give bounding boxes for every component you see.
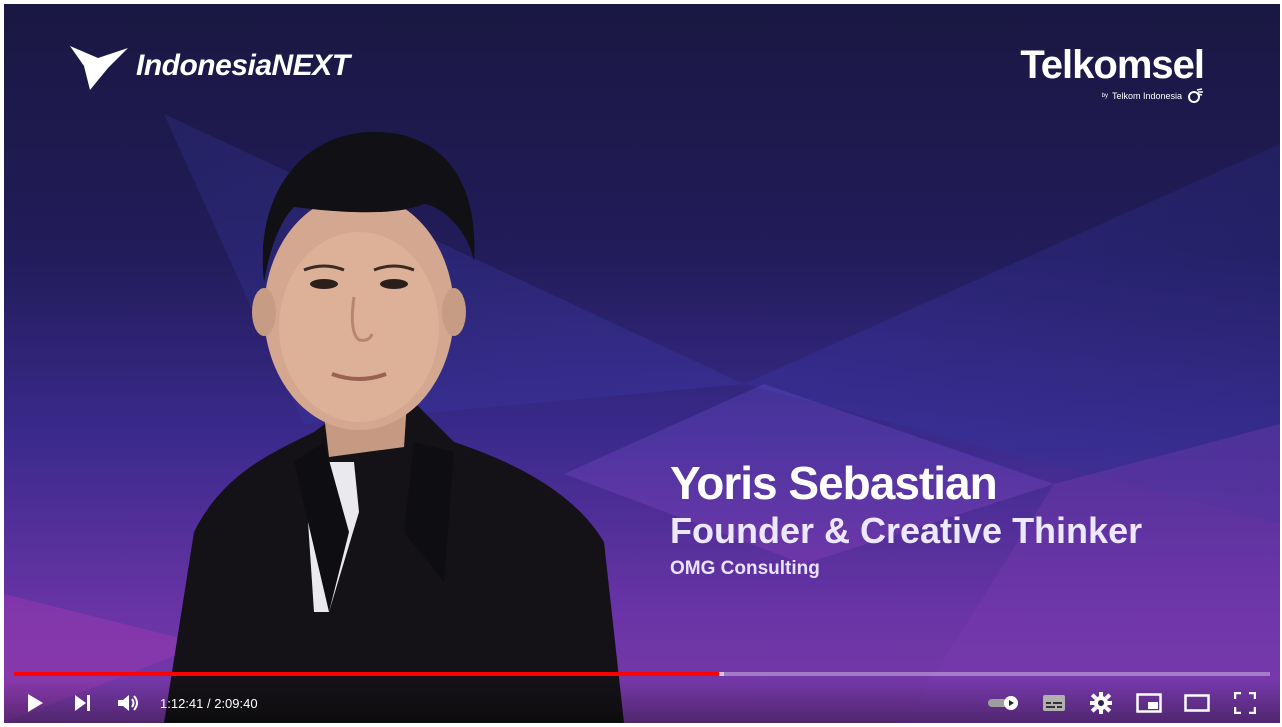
fullscreen-icon — [1234, 692, 1256, 714]
settings-button[interactable] — [1086, 688, 1116, 718]
telkom-indonesia-subtext: by Telkom Indonesia — [1020, 88, 1204, 104]
duration: 2:09:40 — [214, 696, 258, 711]
player-controls: 1:12:41 / 2:09:40 — [4, 680, 1280, 723]
telkomsel-logo-text: Telkomsel — [1020, 43, 1205, 87]
telkomsel-logo: Telkomsel by Telkom Indonesia — [1020, 43, 1205, 104]
indonesianext-logo-text: IndonesiaNEXT — [136, 49, 350, 82]
subtitles-button[interactable] — [1039, 688, 1069, 718]
speaker-photo — [164, 132, 624, 723]
subtitles-icon — [1043, 695, 1065, 711]
played-bar — [14, 672, 719, 676]
miniplayer-icon — [1136, 693, 1162, 713]
fullscreen-button[interactable] — [1230, 688, 1260, 718]
current-time: 1:12:41 — [160, 696, 204, 711]
speaker-caption: Yoris Sebastian Founder & Creative Think… — [670, 456, 1142, 580]
time-display: 1:12:41 / 2:09:40 — [160, 696, 258, 711]
autoplay-toggle-icon — [988, 696, 1018, 710]
next-icon — [75, 695, 90, 711]
play-button[interactable] — [20, 688, 50, 718]
speaker-organization: OMG Consulting — [670, 558, 820, 579]
volume-button[interactable] — [114, 688, 144, 718]
autoplay-toggle[interactable] — [986, 688, 1022, 718]
settings-gear-icon — [1090, 692, 1112, 714]
theater-mode-icon — [1184, 694, 1210, 712]
next-button[interactable] — [68, 688, 98, 718]
speaker-role: Founder & Creative Thinker — [670, 510, 1143, 551]
bird-logo-icon — [70, 46, 128, 90]
video-player[interactable]: IndonesiaNEXT Telkomsel by Telkom Indone… — [4, 4, 1280, 723]
volume-icon — [118, 695, 138, 711]
miniplayer-button[interactable] — [1134, 688, 1164, 718]
telkom-logo-icon — [1188, 88, 1203, 103]
speaker-name: Yoris Sebastian — [670, 457, 998, 509]
theater-mode-button[interactable] — [1182, 688, 1212, 718]
time-separator: / — [203, 696, 215, 711]
progress-bar[interactable] — [14, 672, 1270, 676]
play-icon — [28, 694, 43, 712]
indonesianext-logo: IndonesiaNEXT — [68, 40, 350, 92]
